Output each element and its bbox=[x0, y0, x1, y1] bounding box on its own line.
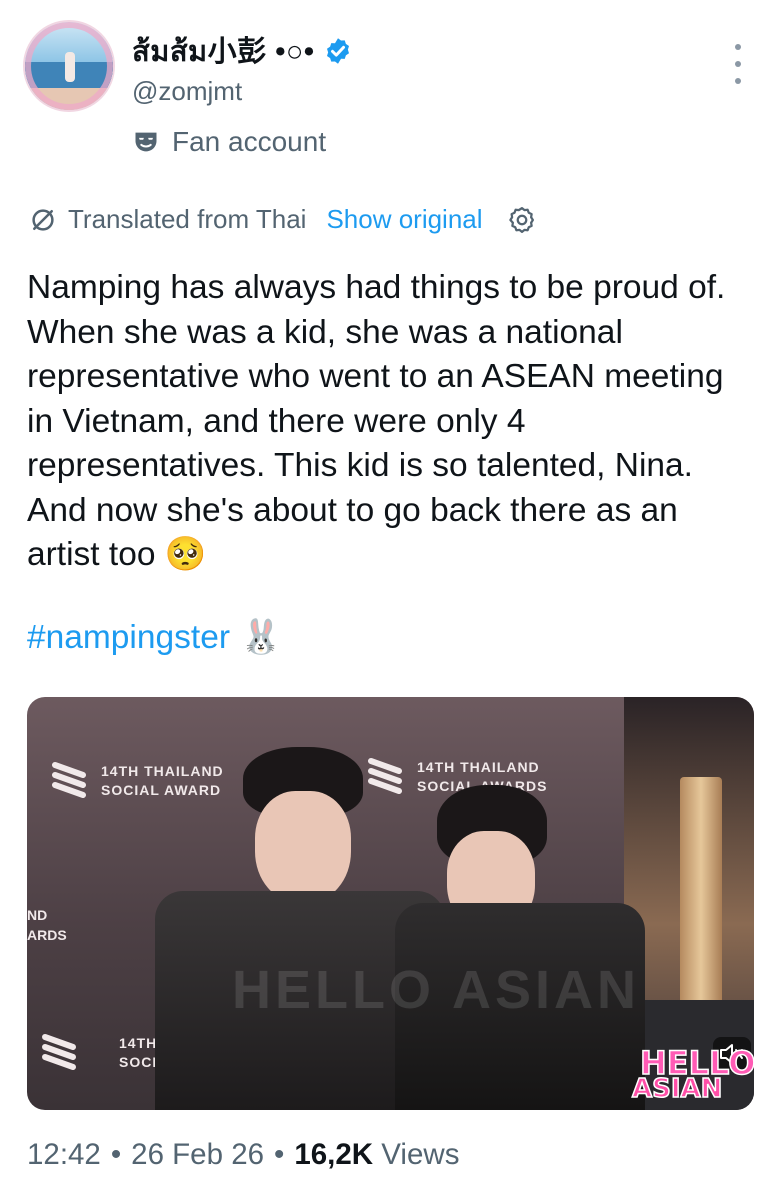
person-right bbox=[395, 785, 645, 1110]
more-options-icon[interactable] bbox=[726, 44, 750, 84]
rabbit-emoji: 🐰 bbox=[239, 619, 282, 656]
translate-slash-icon bbox=[32, 208, 54, 231]
views-count: 16,2K bbox=[294, 1138, 374, 1171]
award-side-text: ND ARDS bbox=[27, 905, 67, 945]
author-handle[interactable]: @zomjmt bbox=[132, 76, 242, 107]
meta-separator: • bbox=[274, 1138, 285, 1171]
account-label-row: Fan account bbox=[132, 126, 326, 158]
hello-asian-logo: HELLO ASIAN bbox=[618, 1043, 754, 1105]
side-text-line: ARDS bbox=[27, 927, 67, 943]
hashtag-link[interactable]: #nampingster bbox=[27, 619, 230, 657]
award-logo-icon bbox=[42, 1034, 76, 1070]
more-dot bbox=[735, 78, 741, 84]
author-name-row[interactable]: ส้มส้ม小彭 •○• bbox=[132, 28, 353, 74]
more-dot bbox=[735, 61, 741, 67]
face bbox=[255, 791, 351, 903]
avatar-frame bbox=[25, 22, 113, 110]
tweet-text: Namping has always had things to be prou… bbox=[27, 269, 726, 573]
tweet-time[interactable]: 12:42 bbox=[27, 1138, 101, 1172]
video-watermark: HELLO ASIAN bbox=[232, 960, 640, 1020]
views-label: Views bbox=[381, 1138, 460, 1171]
tweet-date[interactable]: 26 Feb 26 bbox=[131, 1138, 264, 1172]
avatar[interactable] bbox=[25, 22, 113, 110]
side-text-line: ND bbox=[27, 907, 48, 923]
account-label: Fan account bbox=[172, 126, 327, 157]
show-original-link[interactable]: Show original bbox=[326, 204, 482, 235]
gear-icon[interactable] bbox=[507, 205, 537, 235]
author-display-name[interactable]: ส้มส้ม小彭 •○• bbox=[132, 28, 315, 74]
verified-badge-icon bbox=[326, 38, 349, 64]
tweet-media-video[interactable]: 14TH THAILAND SOCIAL AWARD 14TH THAILAND… bbox=[27, 697, 754, 1110]
theater-mask-icon bbox=[135, 132, 157, 152]
venue-pillar bbox=[680, 777, 722, 1007]
tweet-meta: 12:42 • 26 Feb 26 • 16,2K Views bbox=[27, 1138, 459, 1172]
meta-separator: • bbox=[110, 1138, 122, 1171]
hashtag-row: #nampingster 🐰 bbox=[27, 618, 282, 657]
translated-from-label: Translated from Thai bbox=[68, 204, 307, 234]
more-dot bbox=[735, 44, 741, 50]
translation-bar: Translated from Thai Show original bbox=[28, 204, 537, 235]
award-logo-icon bbox=[52, 762, 86, 798]
badge-bottom: ASIAN bbox=[631, 1073, 723, 1105]
